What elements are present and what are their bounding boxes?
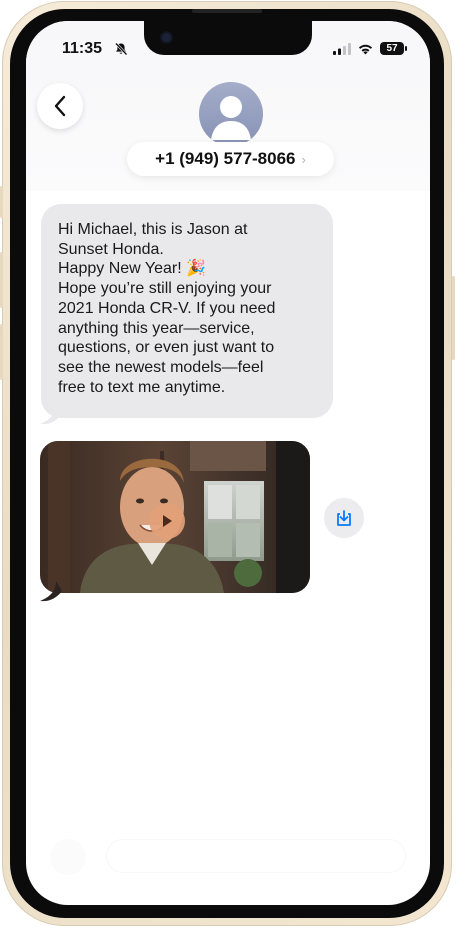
battery-icon: 57 xyxy=(380,42,407,55)
compose-bar xyxy=(50,835,410,875)
back-button[interactable] xyxy=(37,83,83,129)
side-button-power xyxy=(452,276,455,360)
video-message[interactable] xyxy=(40,441,310,593)
save-media-button[interactable] xyxy=(324,498,364,538)
status-indicators: 57 xyxy=(333,42,407,55)
add-attachment-button[interactable] xyxy=(50,839,86,875)
chevron-right-icon: › xyxy=(301,151,306,167)
chevron-left-icon xyxy=(54,95,66,117)
cellular-signal-icon xyxy=(333,42,351,55)
bubble-tail xyxy=(40,581,62,602)
person-silhouette-icon xyxy=(211,96,251,140)
download-icon xyxy=(337,510,351,526)
side-button-volume-up xyxy=(0,252,3,308)
contact-number: +1 (949) 577-8066 xyxy=(155,149,296,168)
status-time: 11:35 xyxy=(62,40,103,57)
contact-details-button[interactable]: +1 (949) 577-8066 › xyxy=(127,142,334,176)
bubble-tail xyxy=(40,404,62,425)
side-button-volume-down xyxy=(0,324,3,380)
side-button-silent xyxy=(0,186,3,218)
message-text: Hi Michael, this is Jason at Sunset Hond… xyxy=(58,221,276,396)
front-camera xyxy=(162,33,171,42)
play-button[interactable] xyxy=(149,503,185,539)
message-input[interactable] xyxy=(106,839,406,873)
phone-screen: 11:35 57 +1 (949) 577-8066 › Hi Michael,… xyxy=(26,21,430,905)
message-bubble[interactable]: Hi Michael, this is Jason at Sunset Hond… xyxy=(41,204,333,418)
wifi-icon xyxy=(358,44,373,54)
dynamic-island xyxy=(144,21,312,55)
play-icon xyxy=(163,515,172,527)
contact-avatar[interactable] xyxy=(199,82,263,146)
bell-slash-icon xyxy=(115,42,128,56)
speaker-grille xyxy=(192,9,262,13)
